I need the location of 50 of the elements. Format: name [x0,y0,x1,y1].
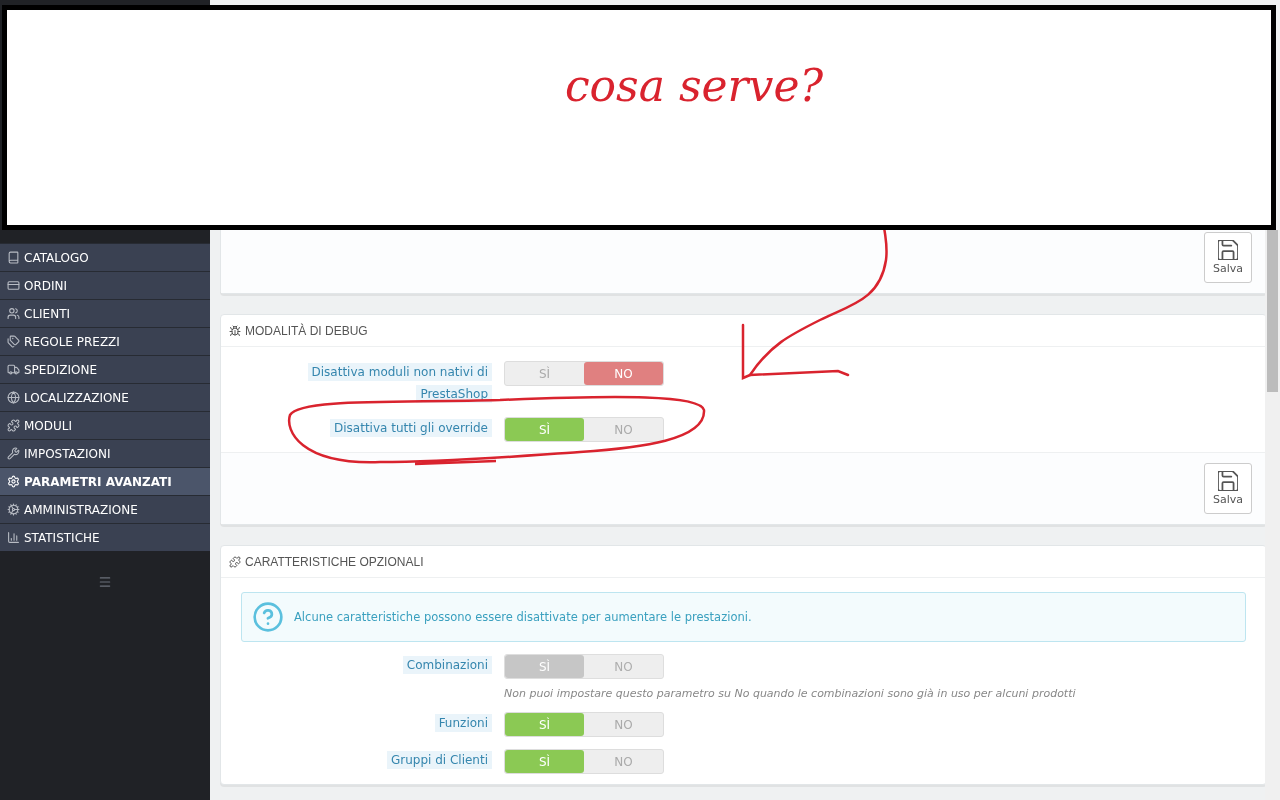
field-label: Gruppi di Clienti [386,749,492,771]
save-icon [1218,240,1238,260]
switch-option[interactable]: SÌ [505,713,584,736]
save-button[interactable]: Salva [1204,232,1252,283]
save-icon [1218,471,1238,491]
sidebar-item[interactable]: LOCALIZZAZIONE [0,383,210,411]
help-text: Non puoi impostare questo parametro su No quando le combinazioni sono già in uso per alcuni prodotti [504,687,1076,700]
tag-icon [7,335,20,348]
save-button[interactable]: Salva [1204,463,1252,514]
yes-no-switch[interactable]: SÌ NO [504,361,664,386]
yes-no-switch[interactable]: SÌ NO [504,712,664,737]
field-label: Funzioni [434,712,492,734]
sidebar-item[interactable]: MODULI [0,411,210,439]
panel-title: MODALITÀ DI DEBUG [245,323,368,338]
field-label: Combinazioni [402,654,492,676]
users-icon [7,307,20,320]
sidebar-item[interactable]: ORDINI [0,271,210,299]
sidebar-item[interactable]: CATALOGO [0,243,210,271]
puzzle-icon [229,555,241,568]
puzzle-icon [7,419,20,432]
yes-no-switch[interactable]: SÌ NO [504,417,664,442]
wrench-icon [7,447,20,460]
sidebar-item[interactable]: CLIENTI [0,299,210,327]
truck-icon [7,363,20,376]
bug-icon [229,324,241,337]
switch-option[interactable]: NO [584,418,663,441]
switch-option[interactable]: NO [584,713,663,736]
sidebar-item[interactable]: AMMINISTRAZIONE [0,495,210,523]
card-icon [7,279,20,292]
switch-option[interactable]: SÌ [505,750,584,773]
yes-no-switch[interactable]: SÌ NO [504,749,664,774]
switch-option[interactable]: SÌ [505,362,584,385]
menu-icon[interactable] [98,575,112,589]
help-icon [252,601,284,633]
cog-icon [7,503,20,516]
field-label: Disattiva tutti gli override [330,417,492,439]
sidebar-item[interactable]: STATISTICHE [0,523,210,551]
gear-icon [7,475,20,488]
book-icon [7,251,20,264]
switch-option[interactable]: SÌ [505,418,584,441]
switch-option[interactable]: NO [584,750,663,773]
bar-chart-icon [7,531,20,544]
switch-option[interactable]: NO [584,362,663,385]
sidebar-item[interactable]: REGOLE PREZZI [0,327,210,355]
sidebar-item[interactable]: PARAMETRI AVANZATI [0,467,210,495]
handwritten-note: cosa serve? [564,60,824,113]
alert-text: Alcune caratteristiche possono essere disattivate per aumentare le prestazioni. [294,610,752,624]
sidebar-item[interactable]: SPEDIZIONE [0,355,210,383]
globe-icon [7,391,20,404]
panel-title: CARATTERISTICHE OPZIONALI [245,554,424,569]
